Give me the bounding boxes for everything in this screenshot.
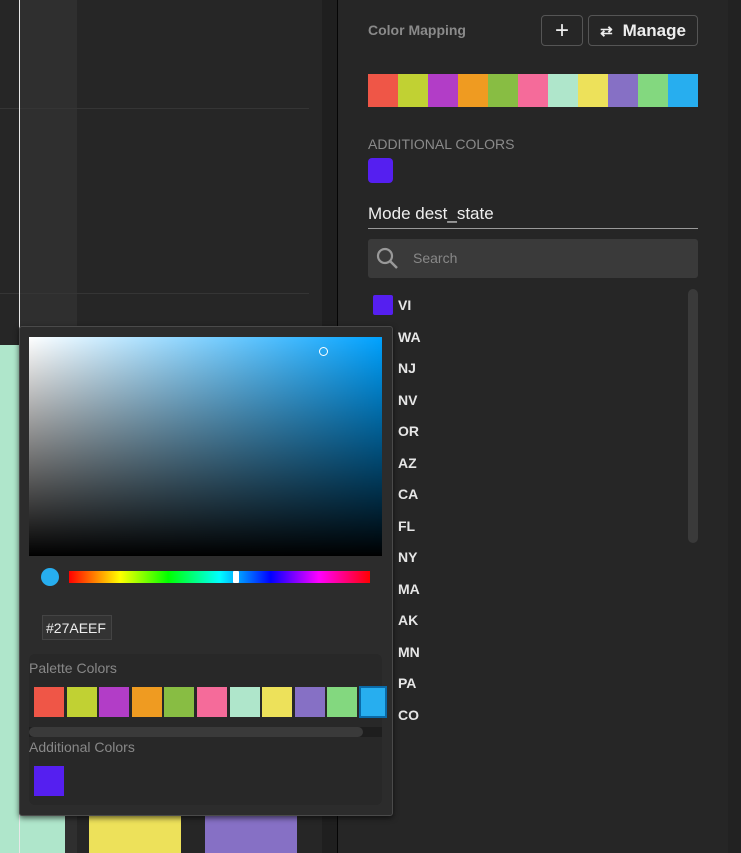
search-icon bbox=[376, 247, 398, 269]
gridline bbox=[0, 293, 309, 294]
palette-strip-swatch[interactable] bbox=[458, 74, 488, 107]
manage-label: Manage bbox=[622, 20, 686, 40]
list-item[interactable]: NY bbox=[398, 549, 417, 565]
list-item[interactable]: PA bbox=[398, 675, 416, 691]
list-item[interactable]: AK bbox=[398, 612, 418, 628]
palette-color-swatch[interactable] bbox=[262, 687, 293, 717]
palette-color-swatch[interactable] bbox=[131, 687, 162, 717]
palette-color-swatch[interactable] bbox=[229, 687, 260, 717]
manage-button[interactable]: ⇄ Manage bbox=[588, 15, 698, 46]
palette-color-swatch[interactable] bbox=[327, 687, 358, 717]
palette-color-swatch[interactable] bbox=[294, 687, 325, 717]
palette-strip-swatch[interactable] bbox=[608, 74, 638, 107]
palette-color-swatch[interactable] bbox=[164, 687, 195, 717]
chart-bar bbox=[89, 815, 181, 853]
palette-colors-label: Palette Colors bbox=[29, 660, 117, 676]
sv-cursor[interactable] bbox=[319, 347, 328, 356]
list-item[interactable]: MA bbox=[398, 581, 420, 597]
saturation-value-area[interactable] bbox=[29, 337, 382, 556]
list-item[interactable]: OR bbox=[398, 423, 419, 439]
divider bbox=[368, 228, 698, 229]
gridline bbox=[0, 108, 309, 109]
palette-color-swatch[interactable] bbox=[99, 687, 130, 717]
palette-strip-swatch[interactable] bbox=[638, 74, 668, 107]
hex-input[interactable]: #27AEEF bbox=[42, 615, 112, 640]
palette-color-swatch[interactable] bbox=[34, 687, 64, 717]
plus-icon: + bbox=[554, 16, 569, 44]
chart-bar bbox=[205, 815, 297, 853]
palette-scrollbar-thumb[interactable] bbox=[29, 727, 363, 737]
additional-colors-label: Additional Colors bbox=[29, 739, 135, 755]
search-placeholder: Search bbox=[413, 250, 458, 266]
palette-color-swatch[interactable] bbox=[66, 687, 97, 717]
palette-color-swatch[interactable] bbox=[197, 687, 227, 717]
search-input[interactable]: Search bbox=[368, 239, 698, 278]
additional-color-swatch[interactable] bbox=[34, 766, 64, 796]
list-item[interactable]: FL bbox=[398, 518, 415, 534]
list-item[interactable]: VI bbox=[398, 297, 411, 313]
palette-strip-swatch[interactable] bbox=[368, 74, 398, 107]
current-color-preview bbox=[41, 568, 59, 586]
list-item[interactable]: CA bbox=[398, 486, 418, 502]
list-scrollbar-thumb[interactable] bbox=[688, 289, 698, 543]
item-color-swatch[interactable] bbox=[373, 295, 393, 315]
hue-slider[interactable] bbox=[69, 571, 370, 583]
mode-title: Mode dest_state bbox=[368, 204, 494, 223]
hue-slider-thumb[interactable] bbox=[233, 571, 239, 583]
list-item[interactable]: WA bbox=[398, 329, 421, 345]
swap-icon: ⇄ bbox=[600, 22, 613, 40]
list-item[interactable]: NV bbox=[398, 392, 417, 408]
additional-colors-label: ADDITIONAL COLORS bbox=[368, 136, 515, 152]
additional-color-swatch[interactable] bbox=[368, 158, 393, 183]
list-item[interactable]: NJ bbox=[398, 360, 416, 376]
list-item[interactable]: CO bbox=[398, 707, 419, 723]
add-mapping-button[interactable]: + bbox=[541, 15, 583, 46]
palette-color-swatch[interactable] bbox=[359, 686, 387, 718]
palette-strip-swatch[interactable] bbox=[518, 74, 548, 107]
palette-strip-swatch[interactable] bbox=[398, 74, 428, 107]
list-item[interactable]: AZ bbox=[398, 455, 417, 471]
panel-edge bbox=[728, 0, 741, 853]
palette-strip-swatch[interactable] bbox=[668, 74, 698, 107]
list-item[interactable]: MN bbox=[398, 644, 420, 660]
palette-strip-swatch[interactable] bbox=[548, 74, 578, 107]
palette-strip-swatch[interactable] bbox=[428, 74, 458, 107]
panel-title: Color Mapping bbox=[368, 22, 466, 38]
palette-strip-swatch[interactable] bbox=[488, 74, 518, 107]
palette-strip-swatch[interactable] bbox=[578, 74, 608, 107]
